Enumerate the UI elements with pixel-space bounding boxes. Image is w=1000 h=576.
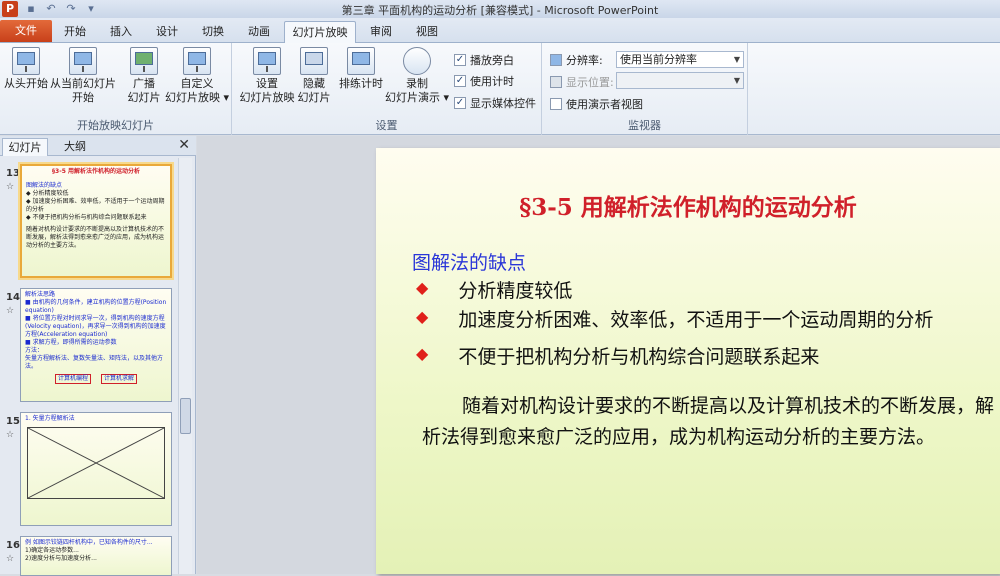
current-slide[interactable]: §3-5 用解析法作机构的运动分析 图解法的缺点 ◆ 分析精度较低 ◆ 加速度分… xyxy=(376,148,1000,574)
window-title: 第三章 平面机构的运动分析 [兼容模式] - Microsoft PowerPo… xyxy=(341,4,659,17)
tab-slides[interactable]: 幻灯片 xyxy=(2,138,48,156)
animation-star-icon: ☆ xyxy=(6,554,15,564)
play-from-current-icon xyxy=(69,47,97,75)
diamond-bullet-icon: ◆ xyxy=(416,344,429,363)
tab-design[interactable]: 设计 xyxy=(150,21,184,43)
show-media-controls-checkbox[interactable]: ✓ 显示媒体控件 xyxy=(454,95,536,111)
slide-thumbnail-14[interactable]: 解析法思路 ■ 由机构的几何条件，建立机构的位置方程(Position equa… xyxy=(20,288,172,402)
group-start-slideshow: 从头开始 从当前幻灯片 开始 广播 幻灯片 自定义 幻灯片放映 ▾ 开始放映幻灯… xyxy=(0,43,232,135)
tab-insert[interactable]: 插入 xyxy=(104,21,138,43)
play-from-start-icon xyxy=(12,47,40,75)
diamond-bullet-icon: ◆ xyxy=(416,278,429,297)
slide-number: 14 xyxy=(6,292,20,303)
rehearse-timings-button[interactable]: 排练计时 xyxy=(336,47,386,91)
display-on-label: 显示位置: xyxy=(550,74,614,90)
ribbon: 从头开始 从当前幻灯片 开始 广播 幻灯片 自定义 幻灯片放映 ▾ 开始放映幻灯… xyxy=(0,43,1000,135)
monitor-icon xyxy=(550,54,562,66)
tab-slide-show[interactable]: 幻灯片放映 xyxy=(284,21,356,45)
animation-star-icon: ☆ xyxy=(6,306,15,316)
monitor-icon xyxy=(550,76,562,88)
group-label-setup: 设置 xyxy=(375,119,398,132)
slide-paragraph[interactable]: 随着对机构设计要求的不断提高以及计算机技术的不断发展，解析法得到愈来愈广泛的应用… xyxy=(422,391,996,453)
resolution-label: 分辨率: xyxy=(550,52,603,68)
from-current-slide-button[interactable]: 从当前幻灯片 开始 xyxy=(50,47,116,105)
broadcast-button[interactable]: 广播 幻灯片 xyxy=(120,47,168,105)
slide-thumbnail-15[interactable]: 1. 矢量方程解析法 xyxy=(20,412,172,526)
slide-number: 13 xyxy=(6,168,20,179)
dropdown-arrow-icon: ▼ xyxy=(733,55,740,64)
tab-file[interactable]: 文件 xyxy=(0,20,52,42)
hide-slide-button[interactable]: 隐藏 幻灯片 xyxy=(294,47,334,105)
use-timings-checkbox[interactable]: ✓ 使用计时 xyxy=(454,73,514,89)
dropdown-arrow-icon: ▼ xyxy=(733,76,740,85)
slides-panel: 幻灯片 大纲 ✕ 13 ☆ §3-5 用解析法作机构的运动分析 图解法的缺点 ◆… xyxy=(0,136,196,576)
panel-tabs: 幻灯片 大纲 ✕ xyxy=(0,136,196,156)
custom-slideshow-button[interactable]: 自定义 幻灯片放映 ▾ xyxy=(164,47,230,105)
setup-slideshow-button[interactable]: 设置 幻灯片放映 xyxy=(236,47,298,105)
record-slideshow-button[interactable]: 录制 幻灯片演示 ▾ xyxy=(384,47,450,105)
bullet-item[interactable]: ◆ 加速度分析困难、效率低，不适用于一个运动周期的分析 xyxy=(416,305,933,332)
resolution-select[interactable]: 使用当前分辨率 ▼ xyxy=(616,51,744,68)
broadcast-icon xyxy=(130,47,158,75)
close-panel-icon[interactable]: ✕ xyxy=(178,137,190,153)
display-on-select[interactable]: ▼ xyxy=(616,72,744,89)
tab-view[interactable]: 视图 xyxy=(410,21,444,43)
slide-number: 16 xyxy=(6,540,20,551)
record-icon xyxy=(403,47,431,75)
slide-subtitle[interactable]: 图解法的缺点 xyxy=(412,248,526,275)
diamond-bullet-icon: ◆ xyxy=(416,307,429,326)
tab-animations[interactable]: 动画 xyxy=(242,21,276,43)
checkmark-icon: ✓ xyxy=(454,75,466,87)
presenter-view-checkbox[interactable]: 使用演示者视图 xyxy=(550,96,643,112)
custom-show-icon xyxy=(183,47,211,75)
slide-number: 15 xyxy=(6,416,20,427)
animation-star-icon: ☆ xyxy=(6,430,15,440)
rehearse-timings-icon xyxy=(347,47,375,75)
group-label-start: 开始放映幻灯片 xyxy=(77,119,154,132)
checkmark-icon: ✓ xyxy=(454,97,466,109)
flow-box: 计算机编程 xyxy=(54,374,91,384)
slide-thumbnail-16[interactable]: 例 如图示铰链四杆机构中，已知各构件的尺寸... 1)确定各运动参数... 2)… xyxy=(20,536,172,576)
placeholder-image-icon xyxy=(27,427,165,499)
animation-star-icon: ☆ xyxy=(6,182,15,192)
flow-box: 计算机求解 xyxy=(101,374,138,384)
tab-home[interactable]: 开始 xyxy=(58,21,92,43)
tab-transitions[interactable]: 切换 xyxy=(196,21,230,43)
group-setup: 设置 幻灯片放映 隐藏 幻灯片 排练计时 录制 幻灯片演示 ▾ ✓ 播放旁白 ✓ 使… xyxy=(232,43,542,135)
scrollbar-thumb[interactable] xyxy=(180,398,191,434)
bullet-item[interactable]: ◆ 分析精度较低 xyxy=(416,276,572,303)
group-label-monitors: 监视器 xyxy=(628,119,661,132)
slide-title[interactable]: §3-5 用解析法作机构的运动分析 xyxy=(376,188,1000,222)
checkmark-icon: ✓ xyxy=(454,54,466,66)
bullet-item[interactable]: ◆ 不便于把机构分析与机构综合问题联系起来 xyxy=(416,342,819,369)
setup-slideshow-icon xyxy=(253,47,281,75)
tab-review[interactable]: 审阅 xyxy=(364,21,398,43)
tab-outline[interactable]: 大纲 xyxy=(52,138,98,156)
ribbon-tab-row: 文件 开始 插入 设计 切换 动画 幻灯片放映 审阅 视图 xyxy=(0,18,1000,45)
group-monitors: 分辨率: 使用当前分辨率 ▼ 显示位置: ▼ 使用演示者视图 监视器 xyxy=(542,43,748,135)
slide-thumbnail-13[interactable]: §3-5 用解析法作机构的运动分析 图解法的缺点 ◆ 分析精度较低 ◆ 加速度分… xyxy=(20,164,172,278)
title-bar: P ▪ ↶ ↷ ▾ 第三章 平面机构的运动分析 [兼容模式] - Microso… xyxy=(0,0,1000,18)
hide-slide-icon xyxy=(300,47,328,75)
play-narrations-checkbox[interactable]: ✓ 播放旁白 xyxy=(454,52,514,68)
from-beginning-button[interactable]: 从头开始 xyxy=(2,47,50,91)
slides-panel-scrollbar[interactable] xyxy=(178,158,192,574)
